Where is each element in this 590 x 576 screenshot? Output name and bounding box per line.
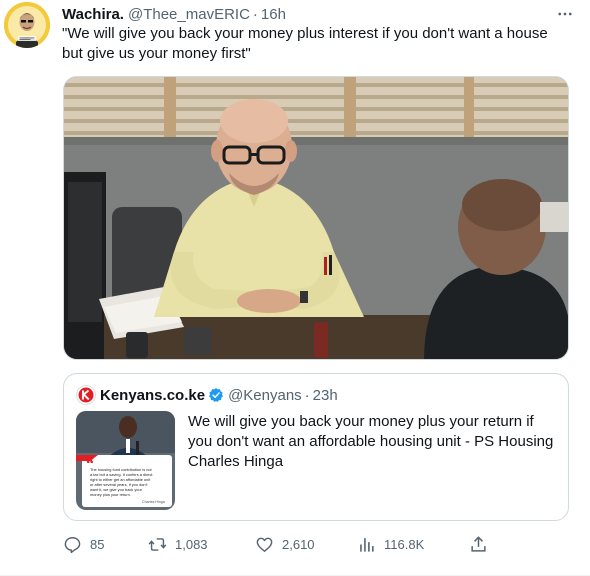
tweet-media-photo[interactable] [63,76,569,360]
quoted-avatar [76,385,96,405]
thumbnail-line-7: Charles Hinga [142,500,165,504]
views-icon [360,537,374,552]
retweet-count: 1,083 [175,536,208,552]
quoted-tweet-text: We will give you back your money plus yo… [188,413,554,470]
tweet-text: "We will give you back your money plus i… [62,25,548,62]
reply-icon [64,536,81,553]
retweet-button[interactable]: 1,083 [148,535,208,554]
timestamp[interactable]: 16h [261,6,286,23]
quoted-tweet-header: Kenyans.co.ke @Kenyans · 23h [76,384,338,406]
view-count: 116.8K [384,536,425,552]
like-count: 2,610 [282,536,315,552]
quoted-author-handle[interactable]: @Kenyans [228,387,302,404]
quoted-tweet[interactable]: Kenyans.co.ke @Kenyans · 23h “ The housi… [63,373,569,521]
retweet-icon [148,537,167,551]
avatar[interactable] [4,2,50,48]
like-button[interactable]: 2,610 [255,535,315,554]
tweet-container[interactable]: Wachira. @Thee_mavERIC · 16h "We will gi… [0,0,590,576]
quoted-separator-dot: · [304,386,310,404]
quoted-thumbnail[interactable]: “ The housing fund contribution is not a… [76,411,175,510]
verified-badge-icon [209,388,224,402]
author-handle[interactable]: @Thee_mavERIC [128,6,250,23]
quoted-timestamp[interactable]: 23h [313,387,338,404]
reply-count: 85 [90,536,105,552]
share-button[interactable] [469,535,496,554]
reply-button[interactable]: 85 [63,535,104,554]
quoted-author-name[interactable]: Kenyans.co.ke [100,387,205,404]
thumbnail-line-6: money plus your return. [90,492,131,497]
kenyans-logo-icon [78,387,94,403]
heart-icon [256,537,273,552]
tweet-action-bar: 85 1,083 2,610 116.8K [63,533,503,555]
share-icon [471,535,486,552]
separator-dot: · [252,5,258,23]
tweet-header: Wachira. @Thee_mavERIC · 16h [62,4,580,24]
author-name[interactable]: Wachira. [62,6,124,23]
more-horizontal-icon [558,12,572,16]
views-button[interactable]: 116.8K [357,535,424,554]
more-options-button[interactable] [554,4,576,24]
